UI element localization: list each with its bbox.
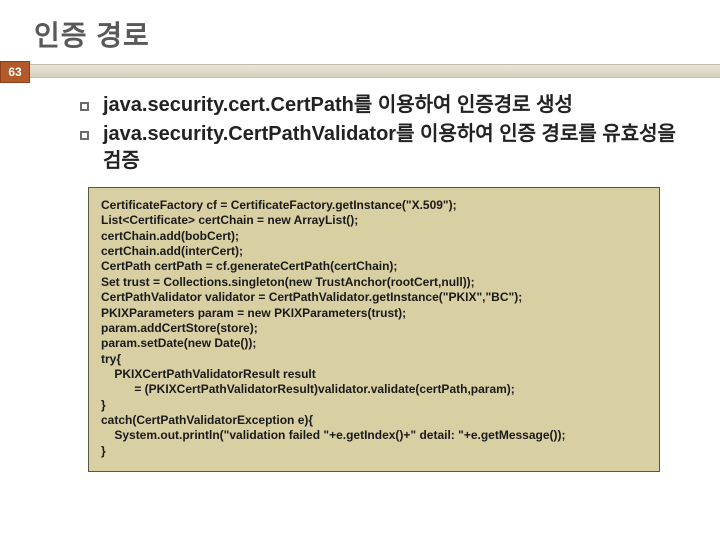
bullet-icon: [80, 131, 89, 140]
slide: 인증 경로 63 java.security.cert.CertPath를 이용…: [0, 0, 720, 540]
slide-title: 인증 경로: [0, 0, 720, 64]
bullet-item: java.security.CertPathValidator를 이용하여 인증…: [80, 121, 680, 175]
slide-content: java.security.cert.CertPath를 이용하여 인증경로 생…: [0, 78, 720, 472]
title-bar: 63: [0, 64, 720, 78]
code-block: CertificateFactory cf = CertificateFacto…: [88, 187, 660, 472]
bullet-item: java.security.cert.CertPath를 이용하여 인증경로 생…: [80, 92, 680, 119]
bullet-icon: [80, 102, 89, 111]
bullet-text: java.security.CertPathValidator를 이용하여 인증…: [103, 121, 680, 175]
slide-number-badge: 63: [0, 61, 30, 83]
bullet-list: java.security.cert.CertPath를 이용하여 인증경로 생…: [80, 92, 680, 175]
bullet-text: java.security.cert.CertPath를 이용하여 인증경로 생…: [103, 92, 573, 119]
